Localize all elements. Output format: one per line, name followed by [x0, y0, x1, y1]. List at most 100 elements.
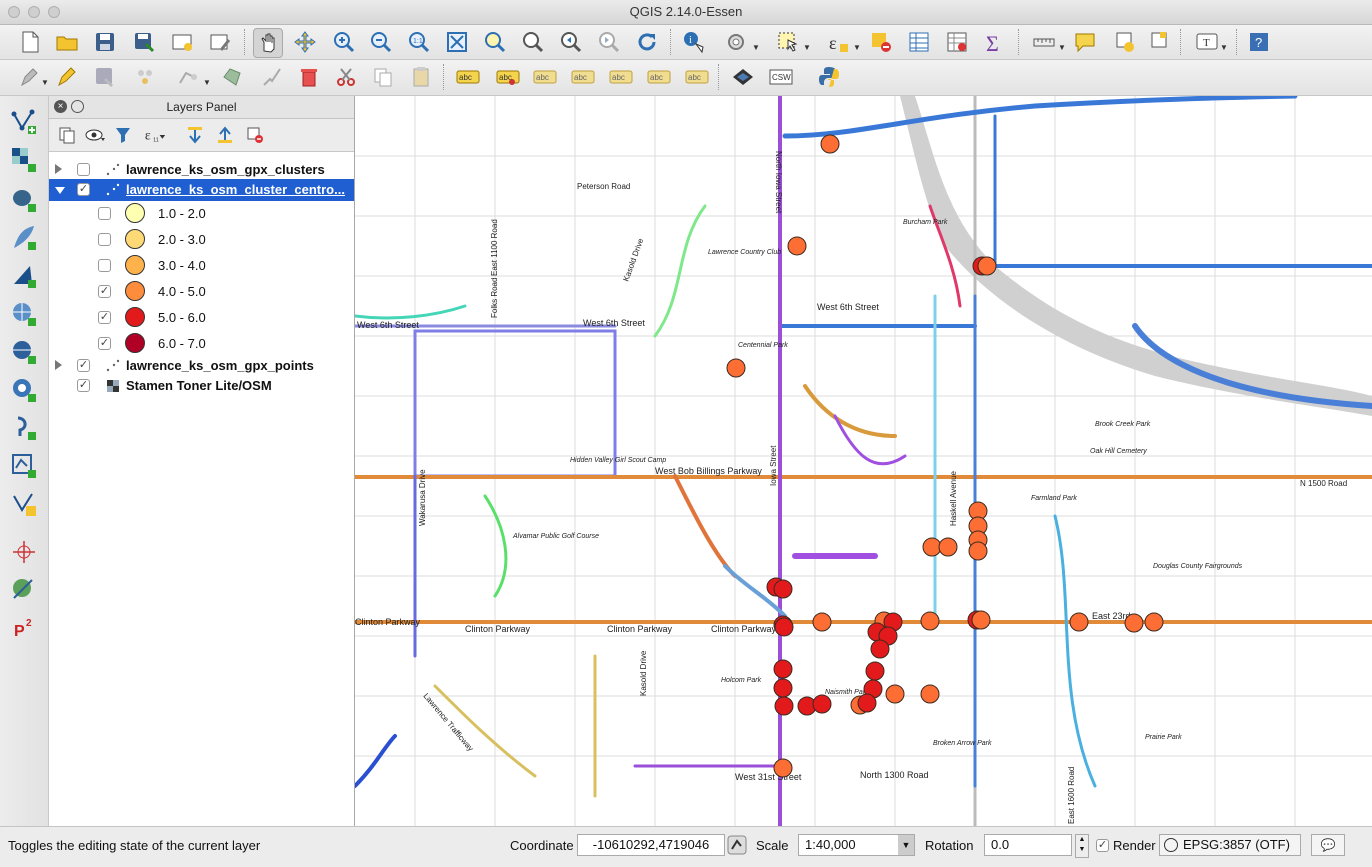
- add-georeferencer-icon[interactable]: [8, 574, 40, 606]
- new-bookmark-icon[interactable]: [1111, 28, 1139, 56]
- show-hide-labels-icon[interactable]: abc: [569, 63, 597, 91]
- field-calculator-icon[interactable]: [943, 28, 971, 56]
- legend-item[interactable]: ✓ 4.0 - 5.0: [49, 280, 354, 302]
- legend-item[interactable]: ✓ 5.0 - 6.0: [49, 306, 354, 328]
- layer-visibility-checkbox[interactable]: ✓: [77, 359, 90, 372]
- delete-selected-icon[interactable]: [295, 63, 323, 91]
- select-features-icon[interactable]: [774, 28, 802, 56]
- statistics-icon[interactable]: Σ: [981, 28, 1009, 56]
- pan-to-selection-icon[interactable]: [291, 28, 319, 56]
- layer-row-stamen-toner[interactable]: ✓ Stamen Toner Lite/OSM: [49, 375, 354, 397]
- move-feature-icon[interactable]: [174, 63, 202, 91]
- legend-item[interactable]: ✓ 6.0 - 7.0: [49, 332, 354, 354]
- layer-row-cluster-centroids[interactable]: ✓ lawrence_ks_osm_cluster_centro...: [49, 179, 354, 201]
- layer-visibility-checkbox[interactable]: [77, 163, 90, 176]
- zoom-to-layer-icon[interactable]: [519, 28, 547, 56]
- new-project-icon[interactable]: [16, 28, 44, 56]
- change-label-icon[interactable]: abc: [683, 63, 711, 91]
- add-wms-layer-icon[interactable]: [8, 298, 40, 330]
- layer-row-gpx-points[interactable]: ✓ lawrence_ks_osm_gpx_points: [49, 355, 354, 377]
- map-tips-icon[interactable]: [1071, 28, 1099, 56]
- measure-icon[interactable]: [1030, 28, 1058, 56]
- legend-class-checkbox[interactable]: ✓: [98, 311, 111, 324]
- legend-class-checkbox[interactable]: [98, 259, 111, 272]
- python-console-icon[interactable]: [815, 63, 843, 91]
- pin-labels-icon[interactable]: abc: [494, 63, 522, 91]
- zoom-next-icon[interactable]: [595, 28, 623, 56]
- expand-all-icon[interactable]: [183, 124, 207, 146]
- scale-combobox[interactable]: 1:40,000 ▼: [798, 834, 915, 856]
- select-by-expression-icon[interactable]: ε: [824, 28, 852, 56]
- rotate-label-icon[interactable]: abc: [645, 63, 673, 91]
- rotation-field[interactable]: 0.0: [984, 834, 1072, 856]
- help-icon[interactable]: ?: [1245, 28, 1273, 56]
- save-as-icon[interactable]: [130, 28, 158, 56]
- run-action-icon[interactable]: [722, 28, 750, 56]
- coordinate-field[interactable]: -10610292,4719046: [577, 834, 725, 856]
- paste-features-icon[interactable]: [407, 63, 435, 91]
- refresh-icon[interactable]: [633, 28, 661, 56]
- layer-row-gpx-clusters[interactable]: lawrence_ks_osm_gpx_clusters: [49, 159, 354, 181]
- composer-manager-icon[interactable]: [206, 28, 234, 56]
- legend-class-checkbox[interactable]: ✓: [98, 337, 111, 350]
- layer-visibility-checkbox[interactable]: ✓: [77, 183, 90, 196]
- filter-legend-icon[interactable]: [111, 124, 135, 146]
- toggle-editing-icon[interactable]: [53, 63, 81, 91]
- collapse-all-icon[interactable]: [213, 124, 237, 146]
- add-postgis-layer-icon[interactable]: [8, 184, 40, 216]
- remove-layer-icon[interactable]: [243, 124, 267, 146]
- add-spatialite-layer-icon[interactable]: [8, 222, 40, 254]
- save-edits-icon[interactable]: [91, 63, 119, 91]
- label-icon[interactable]: abc: [454, 63, 482, 91]
- legend-class-checkbox[interactable]: [98, 233, 111, 246]
- new-shapefile-layer-icon[interactable]: [8, 488, 40, 520]
- add-wcs-layer-icon[interactable]: [8, 336, 40, 368]
- open-project-icon[interactable]: [53, 28, 81, 56]
- filter-by-expression-icon[interactable]: ε 11: [143, 124, 167, 146]
- legend-class-checkbox[interactable]: [98, 207, 111, 220]
- add-mssql-layer-icon[interactable]: [8, 260, 40, 292]
- attribute-table-icon[interactable]: [905, 28, 933, 56]
- pan-icon[interactable]: [253, 28, 283, 58]
- text-annotation-icon[interactable]: T: [1193, 28, 1221, 56]
- csw-icon[interactable]: CSW: [767, 63, 795, 91]
- copy-features-icon[interactable]: [369, 63, 397, 91]
- expand-arrow-icon[interactable]: [55, 360, 62, 370]
- add-virtual-layer-icon[interactable]: [8, 450, 40, 482]
- zoom-native-icon[interactable]: 1:1: [405, 28, 433, 56]
- render-checkbox[interactable]: ✓: [1096, 839, 1109, 852]
- toggle-extents-icon[interactable]: [726, 832, 748, 858]
- add-vector-layer-icon[interactable]: [8, 106, 40, 138]
- zoom-last-icon[interactable]: [557, 28, 585, 56]
- map-canvas[interactable]: Peterson Road North Iowa Street East 110…: [355, 96, 1372, 826]
- add-group-icon[interactable]: [55, 124, 79, 146]
- geopackage-icon[interactable]: [729, 63, 757, 91]
- zoom-in-icon[interactable]: [330, 28, 358, 56]
- save-project-icon[interactable]: [91, 28, 119, 56]
- deselect-icon[interactable]: [867, 28, 895, 56]
- legend-item[interactable]: 1.0 - 2.0: [49, 202, 354, 224]
- crs-button[interactable]: EPSG:3857 (OTF): [1159, 834, 1301, 856]
- add-wfs-layer-icon[interactable]: [8, 374, 40, 406]
- delete-selected-icon[interactable]: [258, 63, 286, 91]
- legend-item[interactable]: 2.0 - 3.0: [49, 228, 354, 250]
- zoom-full-icon[interactable]: [443, 28, 471, 56]
- zoom-out-icon[interactable]: [367, 28, 395, 56]
- cut-features-icon[interactable]: [332, 63, 360, 91]
- node-tool-icon[interactable]: [218, 63, 246, 91]
- legend-class-checkbox[interactable]: ✓: [98, 285, 111, 298]
- zoom-to-selection-icon[interactable]: [481, 28, 509, 56]
- layer-visibility-checkbox[interactable]: ✓: [77, 379, 90, 392]
- move-label-icon[interactable]: abc: [607, 63, 635, 91]
- add-feature-icon[interactable]: [131, 63, 159, 91]
- collapse-arrow-icon[interactable]: [55, 187, 65, 194]
- messages-icon[interactable]: 💬: [1311, 834, 1345, 856]
- highlight-pinned-labels-icon[interactable]: abc: [531, 63, 559, 91]
- show-bookmarks-icon[interactable]: [1146, 28, 1174, 56]
- add-delimited-text-layer-icon[interactable]: [8, 412, 40, 444]
- current-edits-icon[interactable]: [16, 63, 44, 91]
- identify-icon[interactable]: i: [680, 28, 708, 56]
- manage-visibility-icon[interactable]: [83, 124, 107, 146]
- expand-arrow-icon[interactable]: [55, 164, 62, 174]
- p2-plugin-icon[interactable]: P2: [8, 612, 40, 644]
